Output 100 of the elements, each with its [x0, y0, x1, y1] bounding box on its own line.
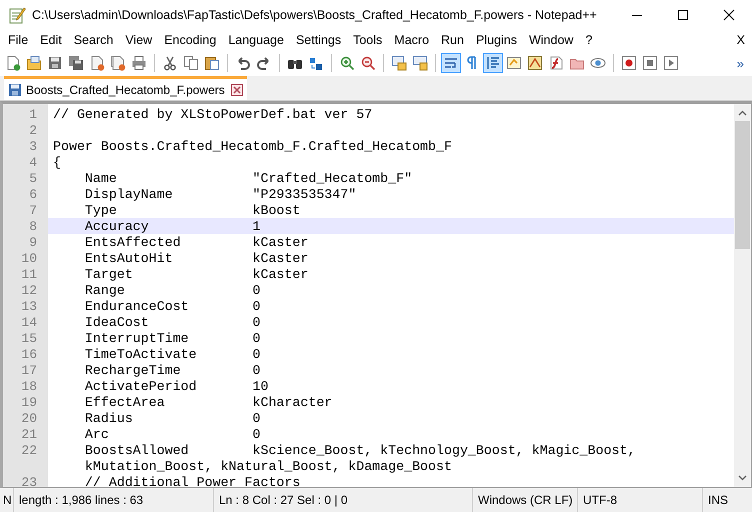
- code-line: Accuracy 1: [84, 218, 260, 234]
- status-field: N: [0, 488, 14, 512]
- line-number: 17: [21, 362, 37, 378]
- zoom-out-icon: [360, 55, 376, 71]
- close-document-button[interactable]: X: [736, 33, 752, 47]
- new-file-icon: [5, 55, 21, 71]
- document-icon: [506, 55, 522, 71]
- sync-scroll-icon: [391, 55, 407, 71]
- line-number: 15: [21, 330, 37, 346]
- zoom-in-icon: [339, 55, 355, 71]
- menu-item[interactable]: View: [119, 33, 158, 47]
- line-number: 18: [21, 378, 37, 394]
- maximize-icon[interactable]: [677, 9, 689, 21]
- line-number: 1: [29, 106, 37, 122]
- menu-item[interactable]: Encoding: [158, 33, 222, 47]
- code-line: // Additional Power Factors: [84, 474, 300, 487]
- code-line: InterruptTime 0: [84, 330, 260, 346]
- save-icon: [8, 82, 22, 96]
- toolbar-button[interactable]: [66, 53, 86, 73]
- scroll-down-icon[interactable]: [738, 475, 747, 481]
- status-field: length : 1,986 lines : 63: [14, 488, 214, 512]
- code-line: EnduranceCost 0: [84, 298, 260, 314]
- line-number: 5: [29, 170, 37, 186]
- menu-item[interactable]: Plugins: [470, 33, 523, 47]
- menu-item[interactable]: Macro: [388, 33, 436, 47]
- close-icon[interactable]: [723, 9, 735, 21]
- line-number: 8: [29, 218, 37, 234]
- line-number: 21: [21, 426, 37, 442]
- play-icon: [663, 55, 679, 71]
- line-number: 10: [21, 250, 37, 266]
- line-number: 23: [21, 474, 37, 490]
- code-line: Power Boosts.Crafted_Hecatomb_F.Crafted_Hecatomb_F: [53, 138, 452, 154]
- code-line: ActivatePeriod 10: [84, 378, 268, 394]
- line-number: 14: [21, 314, 37, 330]
- sync-scroll-icon: [412, 55, 428, 71]
- file-tab[interactable]: Boosts_Crafted_Hecatomb_F.powers: [4, 76, 247, 100]
- menu-item[interactable]: Language: [222, 33, 290, 47]
- print-icon: [131, 55, 147, 71]
- line-number: 13: [21, 298, 37, 314]
- line-number: 7: [29, 202, 37, 218]
- save-all-icon: [68, 55, 84, 71]
- code-line: Radius 0: [84, 410, 260, 426]
- close-all-icon: [110, 55, 126, 71]
- line-number: 9: [29, 234, 37, 250]
- save-icon: [47, 55, 63, 71]
- menu-item[interactable]: Search: [68, 33, 120, 47]
- line-number: 20: [21, 410, 37, 426]
- code-line: TimeToActivate 0: [84, 346, 260, 362]
- toolbar-button[interactable]: [619, 53, 639, 73]
- copy-icon: [183, 55, 199, 71]
- line-number: 12: [21, 282, 37, 298]
- menu-item[interactable]: Tools: [347, 33, 388, 47]
- scroll-up-icon[interactable]: [738, 110, 747, 116]
- close-tab-icon[interactable]: [230, 84, 243, 96]
- status-field: Windows (CR LF): [473, 488, 578, 512]
- stop-icon: [642, 55, 658, 71]
- line-number: 19: [21, 394, 37, 410]
- window-title: C:\Users\admin\Downloads\FapTastic\Defs\powers\Boosts_Crafted_Hecatomb_F.powers - Notepad++: [32, 8, 597, 22]
- status-field: Ln : 8 Col : 27 Sel : 0 | 0: [214, 488, 473, 512]
- code-line: EntsAutoHit kCaster: [84, 250, 308, 266]
- eye-icon: [590, 55, 606, 71]
- code-line: Name "Crafted_Hecatomb_F": [84, 170, 412, 186]
- menu-item[interactable]: Settings: [290, 33, 348, 47]
- status-field: UTF-8: [578, 488, 703, 512]
- code-line: DisplayName "P2933535347": [84, 186, 356, 202]
- code-line: Target kCaster: [84, 266, 308, 282]
- toolbar-overflow-button[interactable]: »: [736, 56, 752, 70]
- code-line: IdeaCost 0: [84, 314, 260, 330]
- code-line: Range 0: [84, 282, 260, 298]
- line-number: 16: [21, 346, 37, 362]
- paste-icon: [204, 55, 220, 71]
- open-file-icon: [26, 55, 42, 71]
- menu-item[interactable]: File: [2, 33, 34, 47]
- indent-guide-icon: [485, 55, 501, 71]
- menu-item[interactable]: ?: [579, 33, 598, 47]
- line-number: 11: [21, 266, 37, 282]
- line-number: 3: [29, 138, 37, 154]
- menu-item[interactable]: Edit: [34, 33, 68, 47]
- line-number: 22: [21, 442, 37, 458]
- function-list-icon: [548, 55, 564, 71]
- close-file-icon: [89, 55, 105, 71]
- code-line: Type kBoost: [84, 202, 300, 218]
- menu-item[interactable]: Run: [435, 33, 470, 47]
- record-icon: [621, 55, 637, 71]
- map-icon: [527, 55, 543, 71]
- vertical-scrollbar[interactable]: [734, 104, 751, 487]
- code-line: Arc 0: [84, 426, 260, 442]
- scrollbar-thumb[interactable]: [735, 121, 750, 249]
- replace-icon: [308, 55, 324, 71]
- code-line: BoostsAllowed kScience_Boost, kTechnology_Boost, kMagic_Boost,: [84, 442, 636, 458]
- code-line: kMutation_Boost, kNatural_Boost, kDamage_Boost: [84, 458, 452, 474]
- status-field: INS: [703, 488, 752, 512]
- code-line: // Generated by XLStoPowerDef.bat ver 57: [53, 106, 372, 122]
- code-line: EffectArea kCharacter: [84, 394, 332, 410]
- code-line: RechargeTime 0: [84, 362, 260, 378]
- line-number: 2: [29, 122, 37, 138]
- line-number: 6: [29, 186, 37, 202]
- code-line: {: [53, 154, 61, 170]
- notepad-icon: [8, 6, 26, 24]
- menu-item[interactable]: Window: [522, 33, 580, 47]
